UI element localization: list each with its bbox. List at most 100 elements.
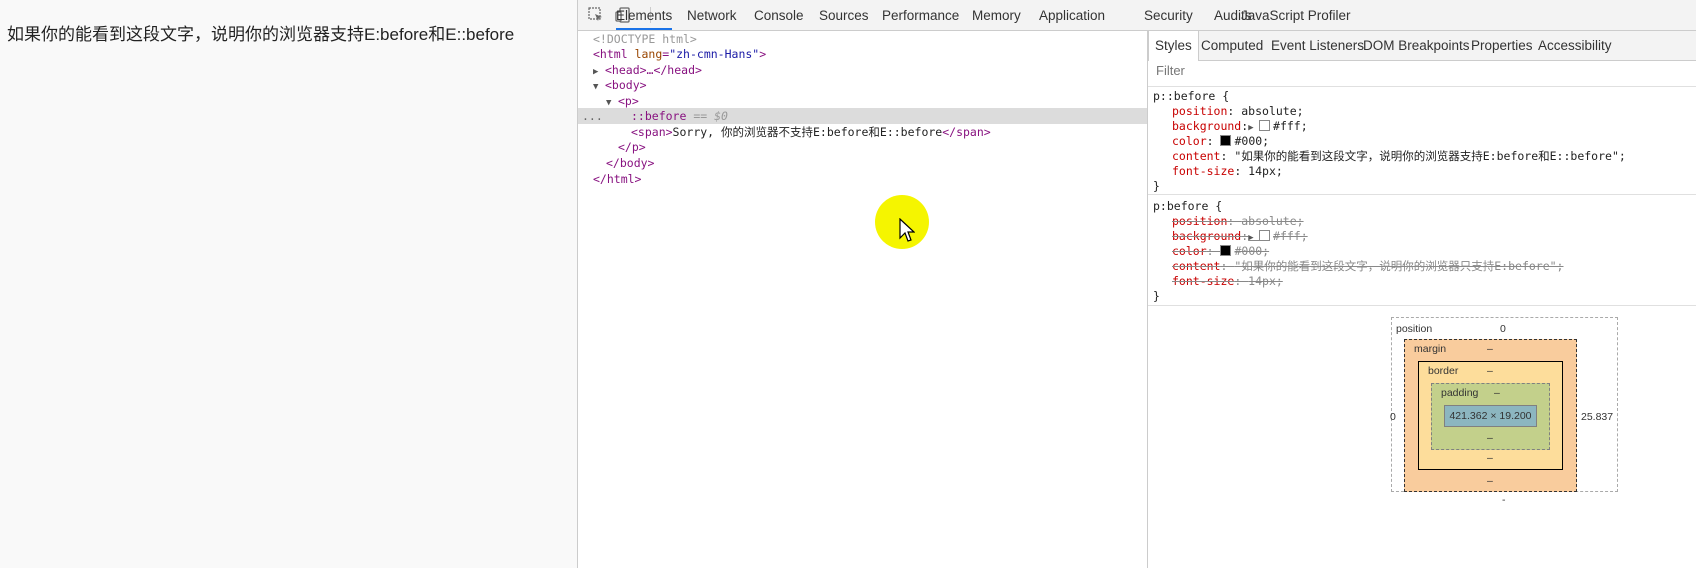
property-name: content (1172, 149, 1221, 163)
property-name: font-size (1172, 274, 1235, 288)
tab-event-listeners[interactable]: Event Listeners (1271, 31, 1364, 60)
tab-sources[interactable]: Sources (819, 0, 869, 30)
margin-top-value[interactable]: – (1487, 343, 1493, 355)
row-menu-dots[interactable]: ... (582, 108, 603, 124)
property-value: #fff; (1273, 119, 1308, 133)
span-close-tag: </span> (942, 125, 991, 139)
color-swatch[interactable] (1259, 120, 1271, 131)
margin-box: margin – – border – – padding – – 421.36… (1404, 339, 1577, 492)
position-bottom-value[interactable]: - (1502, 494, 1506, 506)
style-property[interactable]: position: absolute; (1172, 104, 1304, 119)
rule-close: } (1153, 179, 1160, 193)
margin-bottom-value[interactable]: – (1487, 475, 1493, 487)
html-tag-close: > (759, 47, 767, 61)
padding-bottom-value[interactable]: – (1487, 432, 1493, 444)
property-value: absolute; (1241, 214, 1304, 228)
style-property[interactable]: font-size: 14px; (1172, 164, 1283, 179)
position-right-value[interactable]: 25.837 (1581, 411, 1613, 423)
page-before-text: 如果你的能看到这段文字，说明你的浏览器支持E:before和E::before (7, 25, 515, 44)
border-box: border – – padding – – 421.362 × 19.200 (1418, 361, 1563, 470)
padding-top-value[interactable]: – (1494, 387, 1500, 399)
body-close-tag: </body> (606, 156, 655, 170)
position-left-value[interactable]: 0 (1390, 411, 1396, 423)
html-tag: <html (593, 47, 628, 61)
tab-elements[interactable]: Elements (616, 0, 673, 30)
tab-performance[interactable]: Performance (882, 0, 959, 30)
property-value: absolute; (1241, 104, 1304, 118)
p-close-tag: </p> (618, 140, 646, 154)
margin-label: margin (1414, 343, 1447, 355)
property-value: 14px; (1248, 274, 1283, 288)
position-label: position (1396, 323, 1433, 335)
property-value: "如果你的能看到这段文字，说明你的浏览器支持E:before和E::before… (1234, 149, 1626, 163)
body-tag: <body> (605, 78, 647, 92)
tab-security[interactable]: Security (1144, 0, 1193, 30)
property-name: color (1172, 134, 1207, 148)
tree-head[interactable]: ▶ <head>…</head> (578, 62, 1162, 78)
tree-pseudo-before-selected[interactable]: ...::before == $0 (578, 108, 1200, 124)
tab-dom-breakpoints[interactable]: DOM Breakpoints (1363, 31, 1470, 60)
rule-selector[interactable]: p:before { (1153, 199, 1222, 214)
property-name: background (1172, 119, 1242, 133)
overridden-property[interactable]: content: "如果你的能看到这段文字，说明你的浏览器只支持E:before… (1172, 259, 1564, 274)
styles-filter-input[interactable]: Filter (1156, 63, 1185, 78)
border-top-value[interactable]: – (1487, 365, 1493, 377)
tree-html[interactable]: <html lang="zh-cmn-Hans"> (578, 46, 1162, 62)
dollar-zero-ref: == $0 (693, 109, 728, 123)
tree-body-close[interactable]: </body> (578, 155, 1175, 171)
tree-html-close[interactable]: </html> (578, 171, 1162, 187)
position-value[interactable]: 0 (1500, 323, 1506, 335)
rule-selector[interactable]: p::before { (1153, 89, 1229, 104)
rule-p-double-colon-before: p::before { position: absolute; backgrou… (1148, 87, 1696, 195)
tab-properties[interactable]: Properties (1471, 31, 1533, 60)
devtools-toolbar: Elements Network Console Sources Perform… (578, 0, 1696, 31)
color-swatch[interactable] (1220, 135, 1232, 146)
elements-tree: <!DOCTYPE html> <html lang="zh-cmn-Hans"… (578, 31, 1200, 568)
span-text: Sorry, 你的浏览器不支持E:before和E::before (672, 125, 943, 139)
content-box[interactable]: 421.362 × 19.200 (1444, 405, 1537, 427)
tab-styles[interactable]: Styles (1148, 31, 1199, 61)
border-label: border (1428, 365, 1459, 377)
color-swatch[interactable] (1220, 245, 1232, 256)
style-property[interactable]: background:▶ #fff; (1172, 119, 1308, 134)
property-name: font-size (1172, 164, 1235, 178)
rendered-page: 如果你的能看到这段文字，说明你的浏览器支持E:before和E::before (0, 0, 577, 568)
overridden-property[interactable]: font-size: 14px; (1172, 274, 1283, 289)
property-value: #fff; (1273, 229, 1308, 243)
rule-p-single-colon-before: p:before { position: absolute; backgroun… (1148, 195, 1696, 306)
border-bottom-value[interactable]: – (1487, 452, 1493, 464)
tree-span[interactable]: <span>Sorry, 你的浏览器不支持E:before和E::before<… (578, 124, 1200, 140)
tab-memory[interactable]: Memory (972, 0, 1021, 30)
property-name: position (1172, 104, 1228, 118)
property-name: background (1172, 229, 1242, 243)
html-close-tag: </html> (593, 172, 642, 186)
span-tag: <span> (631, 125, 673, 139)
tab-accessibility[interactable]: Accessibility (1538, 31, 1612, 60)
style-property[interactable]: color: #000; (1172, 134, 1269, 149)
style-property[interactable]: content: "如果你的能看到这段文字，说明你的浏览器支持E:before和… (1172, 149, 1626, 164)
sidebar-tabs: Styles Computed Event Listeners DOM Brea… (1148, 31, 1696, 61)
tree-doctype[interactable]: <!DOCTYPE html> (578, 31, 1162, 47)
tab-network[interactable]: Network (687, 0, 737, 30)
tab-console[interactable]: Console (754, 0, 804, 30)
overridden-property[interactable]: position: absolute; (1172, 214, 1304, 229)
expand-arrow-icon[interactable]: ▶ (1248, 123, 1259, 133)
html-attr-value: "zh-cmn-Hans" (669, 47, 760, 61)
tab-javascript-profiler[interactable]: JavaScript Profiler (1241, 0, 1351, 30)
tree-p-close[interactable]: </p> (578, 139, 1187, 155)
color-swatch[interactable] (1259, 230, 1271, 241)
tree-p[interactable]: ▼ <p> (578, 93, 1175, 109)
cursor-select-icon[interactable] (586, 5, 606, 25)
overridden-property[interactable]: color: #000; (1172, 244, 1269, 259)
expand-arrow-icon[interactable]: ▶ (1248, 233, 1259, 243)
overridden-property[interactable]: background:▶ #fff; (1172, 229, 1308, 244)
pseudo-before: ::before (631, 109, 687, 123)
rule-close: } (1153, 289, 1160, 303)
styles-sidebar: Styles Computed Event Listeners DOM Brea… (1148, 31, 1696, 568)
property-name: position (1172, 214, 1228, 228)
tab-application[interactable]: Application (1039, 0, 1105, 30)
p-tag: <p> (618, 94, 639, 108)
tree-body[interactable]: ▼ <body> (578, 77, 1162, 93)
tab-computed[interactable]: Computed (1201, 31, 1263, 60)
property-name: color (1172, 244, 1207, 258)
